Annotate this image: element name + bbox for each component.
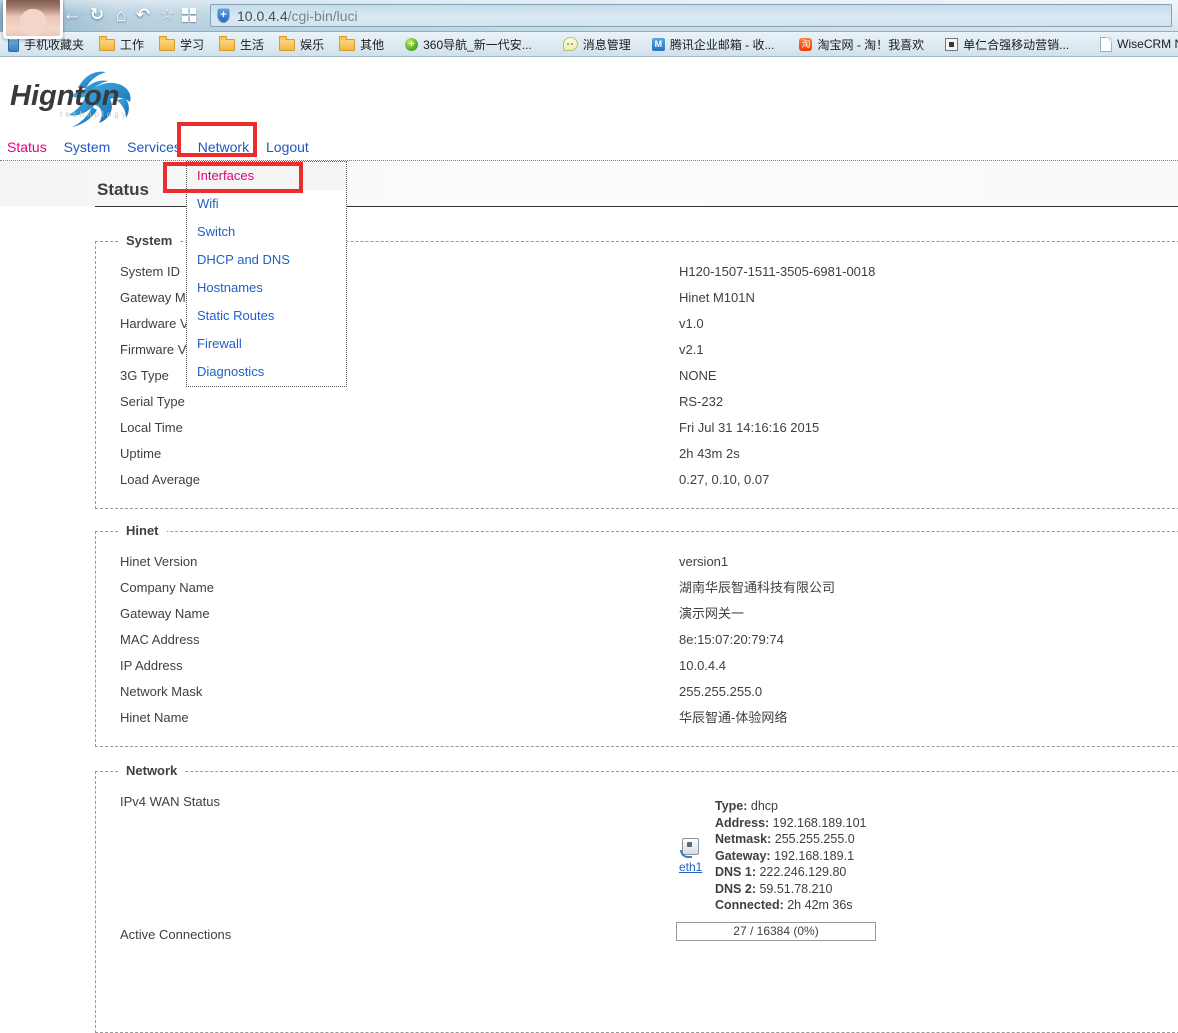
wan-detail-line: Connected: 2h 42m 36s: [715, 897, 867, 914]
bookmark-folder-study[interactable]: 学习: [159, 36, 204, 53]
interface-eth1-link[interactable]: eth1: [679, 860, 702, 874]
message-icon: [563, 37, 578, 51]
nav-item-services[interactable]: Services: [127, 139, 181, 155]
brand-tagline: technology: [60, 110, 129, 119]
table-row: Local TimeFri Jul 31 14:16:16 2015: [120, 415, 1178, 441]
bookmark-folder-fun[interactable]: 娱乐: [279, 36, 324, 53]
wan-status-label: IPv4 WAN Status: [120, 794, 220, 809]
table-row: Network Mask255.255.255.0: [120, 679, 1178, 705]
nav-item-network[interactable]: Network: [198, 139, 249, 155]
bookmark-360-nav[interactable]: 360导航_新一代安...: [405, 36, 532, 53]
table-row: Hinet Versionversion1: [120, 549, 1178, 575]
section-hinet: Hinet Hinet Versionversion1 Company Name…: [95, 531, 1178, 747]
taobao-icon: [799, 38, 812, 51]
table-row: Uptime2h 43m 2s: [120, 441, 1178, 467]
main-nav: Status System Services Network Logout: [7, 139, 322, 155]
table-row: IP Address10.0.4.4: [120, 653, 1178, 679]
brand-logo: Hignton technology: [10, 80, 129, 119]
url-text[interactable]: 10.0.4.4/cgi-bin/luci: [237, 8, 358, 24]
back-icon[interactable]: ←: [60, 3, 84, 27]
menu-item-wifi[interactable]: Wifi: [187, 190, 346, 218]
menu-item-switch[interactable]: Switch: [187, 218, 346, 246]
section-network: Network IPv4 WAN Status eth1 Type: dhcp …: [95, 771, 1178, 1033]
bookmark-wisecrm[interactable]: WiseCRM NBS - ...: [1100, 37, 1178, 52]
page-icon: [1100, 37, 1112, 52]
menu-item-firewall[interactable]: Firewall: [187, 330, 346, 358]
folder-icon: [339, 39, 355, 51]
nav-separator: [0, 160, 1178, 161]
apps-grid-icon[interactable]: [182, 8, 196, 22]
table-row: Company Name湖南华辰智通科技有限公司: [120, 575, 1178, 601]
bookmark-taobao[interactable]: 淘宝网 - 淘！我喜欢: [799, 36, 924, 53]
table-row: MAC Address8e:15:07:20:79:74: [120, 627, 1178, 653]
network-dropdown-menu: Interfaces Wifi Switch DHCP and DNS Host…: [186, 161, 347, 387]
menu-item-hostnames[interactable]: Hostnames: [187, 274, 346, 302]
section-hinet-legend: Hinet: [118, 523, 167, 538]
url-host: 10.0.4.4: [237, 8, 288, 24]
bookmark-folder-work[interactable]: 工作: [99, 36, 144, 53]
wan-detail-line: Gateway: 192.168.189.1: [715, 848, 867, 865]
address-bar[interactable]: 10.0.4.4/cgi-bin/luci: [210, 4, 1172, 27]
browser-chrome: ← ↻ ⌂ ↶ ☆ 10.0.4.4/cgi-bin/luci 手机收藏夹 工作…: [0, 0, 1178, 57]
menu-item-static-routes[interactable]: Static Routes: [187, 302, 346, 330]
menu-item-dhcp-dns[interactable]: DHCP and DNS: [187, 246, 346, 274]
bookmark-shanren-marketing[interactable]: 单仁合强移动营销...: [945, 36, 1069, 53]
nav-item-system[interactable]: System: [64, 139, 111, 155]
refresh-icon[interactable]: ↻: [85, 3, 109, 27]
nav-item-status[interactable]: Status: [7, 139, 47, 155]
active-connections-progressbar: 27 / 16384 (0%): [676, 922, 876, 941]
active-connections-label: Active Connections: [120, 927, 231, 942]
table-row: Load Average0.27, 0.10, 0.07: [120, 467, 1178, 493]
home-icon[interactable]: ⌂: [109, 3, 133, 27]
bookmark-tencent-mail[interactable]: 腾讯企业邮箱 - 收...: [652, 36, 775, 53]
user-avatar[interactable]: [3, 0, 63, 39]
wan-detail-line: DNS 2: 59.51.78.210: [715, 881, 867, 898]
nav-item-logout[interactable]: Logout: [266, 139, 309, 155]
tencent-mail-icon: [652, 38, 665, 51]
screen: { "browser": { "address": {"host": "10.0…: [0, 0, 1178, 945]
bookmarks-bar: 手机收藏夹 工作 学习 生活 娱乐 其他 360导航_新一代安... 消息管理 …: [0, 32, 1178, 57]
section-network-legend: Network: [118, 763, 185, 778]
star-icon[interactable]: ☆: [155, 3, 179, 27]
folder-icon: [99, 39, 115, 51]
table-row: Serial TypeRS-232: [120, 389, 1178, 415]
table-row: Hinet Name华辰智通-体验网络: [120, 705, 1178, 731]
security-shield-icon: [217, 8, 230, 23]
wan-detail-line: Address: 192.168.189.101: [715, 815, 867, 832]
bookmark-message-manager[interactable]: 消息管理: [563, 36, 631, 53]
undo-icon[interactable]: ↶: [131, 3, 155, 27]
url-path: /cgi-bin/luci: [288, 8, 358, 24]
wan-details: Type: dhcp Address: 192.168.189.101 Netm…: [715, 798, 867, 914]
bookmark-folder-other[interactable]: 其他: [339, 36, 384, 53]
menu-item-interfaces[interactable]: Interfaces: [187, 162, 346, 190]
bookmark-folder-life[interactable]: 生活: [219, 36, 264, 53]
section-system-legend: System: [118, 233, 180, 248]
wan-status-value: eth1 Type: dhcp Address: 192.168.189.101…: [679, 798, 867, 914]
folder-icon: [219, 39, 235, 51]
wan-detail-line: Netmask: 255.255.255.0: [715, 831, 867, 848]
brand-name: Hignton: [10, 80, 129, 113]
360-nav-icon: [405, 38, 418, 51]
folder-icon: [159, 39, 175, 51]
wan-detail-line: Type: dhcp: [715, 798, 867, 815]
page-title: Status: [97, 180, 149, 200]
wan-detail-line: DNS 1: 222.246.129.80: [715, 864, 867, 881]
folder-icon: [279, 39, 295, 51]
ethernet-port-icon: [682, 838, 699, 855]
site-icon: [945, 38, 958, 51]
menu-item-diagnostics[interactable]: Diagnostics: [187, 358, 346, 386]
page-header-strip: [0, 161, 1178, 206]
table-row: Gateway Name演示网关一: [120, 601, 1178, 627]
